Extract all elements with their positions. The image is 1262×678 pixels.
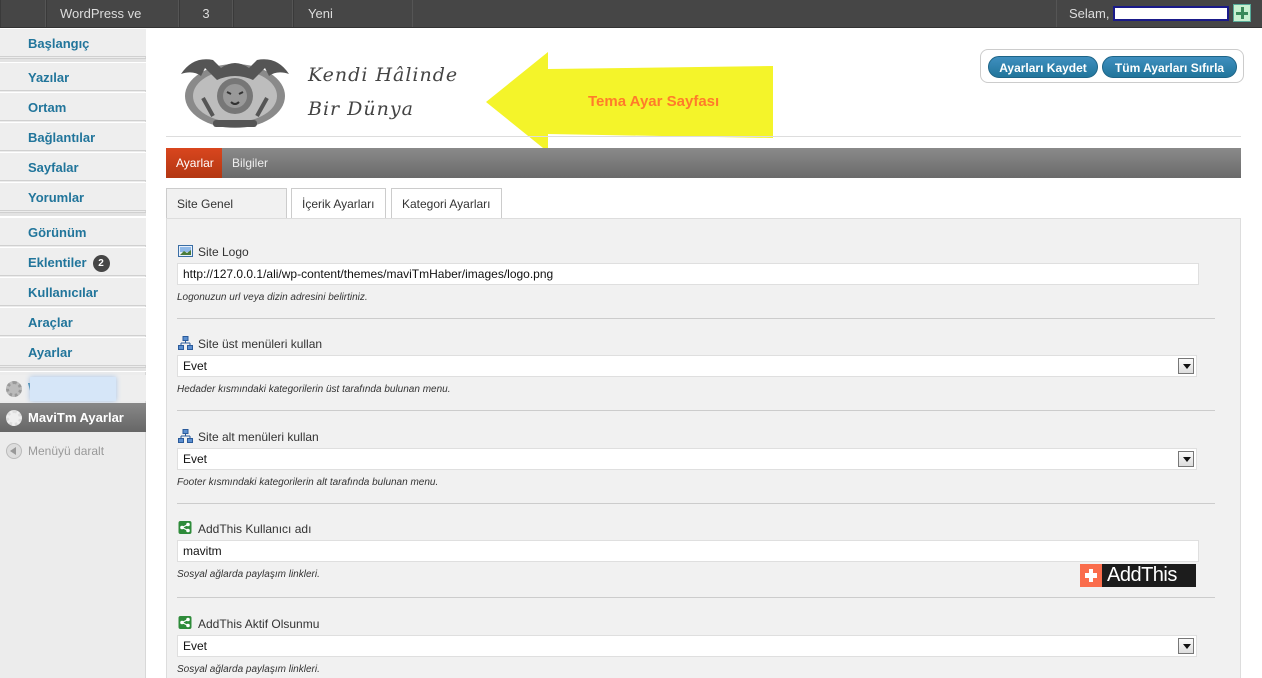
site-tagline: Kendi Hâlinde Bir Dünya xyxy=(308,58,458,126)
field-hint: Logonuzun url veya dizin adresini belirt… xyxy=(177,292,368,303)
dropdown-arrow-icon[interactable] xyxy=(1178,358,1194,374)
field-hint: Footer kısmındaki kategorilerin alt tara… xyxy=(177,477,439,488)
field-label: Site üst menüleri kullan xyxy=(198,337,323,351)
addthis-active-select[interactable]: Evet xyxy=(177,635,1197,657)
field-divider xyxy=(177,503,1215,504)
sidebar-item-media[interactable]: Ortam xyxy=(0,92,146,121)
tagline-line-1: Kendi Hâlinde xyxy=(308,64,459,86)
tab-info[interactable]: Bilgiler xyxy=(222,148,278,178)
field-divider xyxy=(177,318,1215,319)
field-divider xyxy=(177,410,1215,411)
field-label: Site Logo xyxy=(198,245,249,259)
site-logo-input[interactable]: http://127.0.0.1/ali/wp-content/themes/m… xyxy=(177,263,1199,285)
sidebar-item-pages[interactable]: Sayfalar xyxy=(0,152,146,181)
wordpress-logo-icon[interactable] xyxy=(0,0,46,27)
field-hint: Hedader kısmındaki kategorilerin üst tar… xyxy=(177,384,451,395)
sidebar-item-posts[interactable]: Yazılar xyxy=(0,62,146,91)
top-menu-select[interactable]: Evet xyxy=(177,355,1197,377)
save-settings-button[interactable]: Ayarları Kaydet xyxy=(988,56,1098,78)
sidebar-item-dashboard[interactable]: Başlangıç xyxy=(0,28,146,57)
select-value: Evet xyxy=(183,452,208,466)
select-value: Evet xyxy=(183,359,208,373)
redaction-box xyxy=(30,377,116,401)
header-divider xyxy=(166,136,1241,137)
tagline-line-2: Bir Dünya xyxy=(308,98,414,120)
field-label: AddThis Aktif Olsunmu xyxy=(198,617,320,631)
collapse-menu-button[interactable]: Menüyü daralt xyxy=(0,439,146,463)
account-menu[interactable]: Selam, xyxy=(1056,0,1262,27)
plus-icon xyxy=(1080,564,1102,587)
sidebar-item-comments[interactable]: Yorumlar xyxy=(0,182,146,211)
user-name-redacted[interactable] xyxy=(1113,6,1229,21)
settings-panel: Site Logo http://127.0.0.1/ali/wp-conten… xyxy=(166,218,1241,678)
sidebar-item-mavitm-settings[interactable]: MaviTm Ayarlar xyxy=(0,403,155,432)
greeting-text: Selam, xyxy=(1069,6,1110,21)
sub-tab-bar: Site Genel Ayarları İçerik Ayarları Kate… xyxy=(166,188,1241,241)
sidebar-item-label: Eklentiler xyxy=(28,255,87,270)
tab-settings[interactable]: Ayarlar xyxy=(166,148,222,178)
header-button-group: Ayarları Kaydet Tüm Ayarları Sıfırla xyxy=(980,49,1244,83)
field-hint: Sosyal ağlarda paylaşım linkleri. xyxy=(177,569,320,580)
tab-content-settings[interactable]: İçerik Ayarları xyxy=(291,188,386,219)
site-name-link[interactable]: WordPress ve Ben xyxy=(46,0,179,48)
sidebar-item-tools[interactable]: Araçlar xyxy=(0,307,146,336)
tab-category-settings[interactable]: Kategori Ayarları xyxy=(391,188,502,219)
bottom-menu-select[interactable]: Evet xyxy=(177,448,1197,470)
field-label: Site alt menüleri kullan xyxy=(198,430,319,444)
sidebar-item-settings[interactable]: Ayarlar xyxy=(0,337,146,366)
sidebar-item-appearance[interactable]: Görünüm xyxy=(0,217,146,246)
sidebar-item-redacted[interactable]: W xyxy=(0,375,146,401)
main-content: Kendi Hâlinde Bir Dünya Tema Ayar Sayfas… xyxy=(146,28,1262,678)
addthis-logo-text: AddThis xyxy=(1107,564,1177,586)
comments-count[interactable]: 3 xyxy=(179,0,233,27)
dropdown-arrow-icon[interactable] xyxy=(1178,451,1194,467)
gear-icon xyxy=(6,410,22,426)
sidebar-item-users[interactable]: Kullanıcılar xyxy=(0,277,146,306)
collapse-arrow-icon xyxy=(6,443,22,459)
avatar[interactable] xyxy=(1233,4,1251,22)
admin-bar: WordPress ve Ben 3 Yeni Selam, xyxy=(0,0,1262,48)
dropdown-arrow-icon[interactable] xyxy=(1178,638,1194,654)
reset-settings-button[interactable]: Tüm Ayarları Sıfırla xyxy=(1102,56,1237,78)
sidebar-item-links[interactable]: Bağlantılar xyxy=(0,122,146,151)
collapse-label: Menüyü daralt xyxy=(28,444,105,458)
sidebar-item-label: MaviTm Ayarlar xyxy=(28,410,124,425)
mavitm-lion-logo xyxy=(181,59,289,128)
admin-sidebar: Başlangıç Yazılar Ortam Bağlantılar Sayf… xyxy=(0,28,155,678)
plugins-update-badge: 2 xyxy=(92,255,110,272)
addthis-logo: AddThis xyxy=(1080,564,1196,587)
main-tab-bar: Ayarlar Bilgiler xyxy=(166,148,1241,178)
field-label: AddThis Kullanıcı adı xyxy=(198,522,312,536)
sidebar-item-plugins[interactable]: Eklentiler 2 xyxy=(0,247,146,276)
field-hint: Sosyal ağlarda paylaşım linkleri. xyxy=(177,664,320,675)
menu-separator xyxy=(0,367,146,372)
gear-icon xyxy=(6,381,22,397)
annotation-label: Tema Ayar Sayfası xyxy=(588,93,720,110)
new-content-link[interactable]: Yeni xyxy=(293,0,413,27)
tab-general-settings[interactable]: Site Genel Ayarları xyxy=(166,188,287,241)
addthis-username-input[interactable]: mavitm xyxy=(177,540,1199,562)
admin-bar-spacer xyxy=(233,0,293,27)
select-value: Evet xyxy=(183,639,208,653)
field-divider xyxy=(177,597,1215,598)
